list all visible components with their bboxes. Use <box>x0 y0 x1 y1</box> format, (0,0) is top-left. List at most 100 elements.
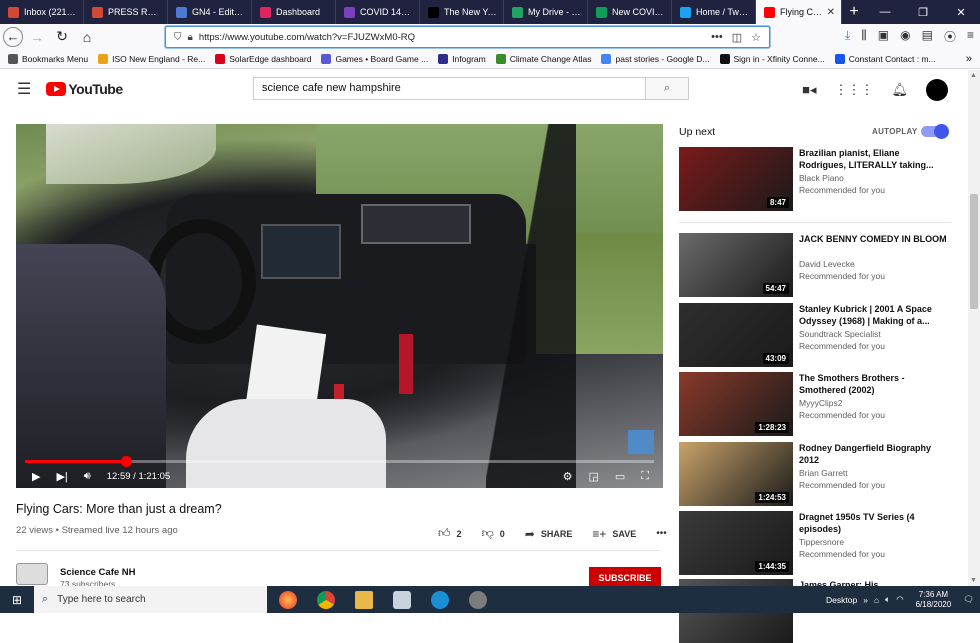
progress-bar[interactable] <box>25 456 654 467</box>
pocket-icon[interactable]: ◫ <box>732 31 742 44</box>
dislike-button[interactable]: 👎︎ 0 <box>482 526 505 541</box>
new-tab-button[interactable]: + <box>842 0 866 24</box>
menu-icon[interactable]: ≡ <box>967 28 974 45</box>
chrome-icon[interactable] <box>317 590 335 609</box>
share-button[interactable]: ➦ SHARE <box>525 527 573 541</box>
recommended-channel[interactable]: David Levecke <box>799 259 855 269</box>
sidebar-icon[interactable]: ▣ <box>878 28 889 45</box>
recommended-channel[interactable]: Soundtrack Specialist <box>799 329 881 339</box>
browser-tab[interactable]: New COVID ca <box>588 0 672 24</box>
fullscreen-icon[interactable]: ⛶ <box>641 470 649 483</box>
taskbar-search-input[interactable]: ⌕ Type here to search <box>34 586 267 613</box>
shield-icon[interactable]: ⛉ <box>174 32 182 43</box>
browser-tab[interactable]: COVID 14-day <box>336 0 420 24</box>
clock[interactable]: 7:36 AM 6/18/2020 <box>916 590 952 610</box>
wifi-icon[interactable]: ◠ <box>896 594 903 605</box>
browser-tab[interactable]: Flying Cars: M✕ <box>756 0 842 24</box>
recommended-title[interactable]: Brazilian pianist, Eliane Rodrigues, LIT… <box>799 148 947 171</box>
volume-icon[interactable]: 🔊︎ <box>84 470 91 483</box>
play-icon[interactable]: ▶ <box>32 470 40 483</box>
settings-gear-icon[interactable]: ⚙ <box>563 470 573 483</box>
next-icon[interactable]: ▶| <box>56 470 67 483</box>
browser-tab[interactable]: My Drive - Goo <box>504 0 588 24</box>
recommended-title[interactable]: Dragnet 1950s TV Series (4 episodes) <box>799 512 947 535</box>
channel-avatar[interactable] <box>16 563 48 585</box>
bookmarks-overflow-icon[interactable]: » <box>966 53 972 65</box>
recommended-title[interactable]: Stanley Kubrick | 2001 A Space Odyssey (… <box>799 304 947 327</box>
channel-name[interactable]: Science Cafe NH <box>60 567 136 578</box>
search-button[interactable]: ⌕ <box>645 77 689 100</box>
recommended-title[interactable]: The Smothers Brothers - Smothered (2002) <box>799 373 947 396</box>
reload-button[interactable]: ↻ <box>51 26 73 48</box>
bookmark-item[interactable]: Climate Change Atlas <box>495 53 591 64</box>
home-button[interactable]: ⌂ <box>76 26 98 48</box>
desktop-toolbar[interactable]: Desktop <box>826 595 857 605</box>
video-thumbnail[interactable]: 8:47 <box>679 147 793 211</box>
download-icon[interactable]: ⤓ <box>845 28 850 45</box>
recommended-title[interactable]: Rodney Dangerfield Biography 2012 <box>799 443 947 466</box>
minimize-icon[interactable]: — <box>866 0 904 24</box>
library-icon[interactable]: ⫼ <box>861 28 867 45</box>
skype-icon[interactable] <box>431 590 449 609</box>
search-input[interactable]: science cafe new hampshire <box>253 77 646 100</box>
overflow-chevron-icon[interactable]: » <box>863 595 868 605</box>
url-text[interactable]: https://www.youtube.com/watch?v=FJUZWxM0… <box>199 32 711 43</box>
bookmark-item[interactable]: SolarEdge dashboard <box>215 53 311 64</box>
bookmark-item[interactable]: ISO New England - Re... <box>98 53 205 64</box>
avatar[interactable] <box>926 79 948 101</box>
recommended-channel[interactable]: Tippersnore <box>799 537 844 547</box>
notification-center-icon[interactable]: 🗨︎ <box>963 594 974 605</box>
bookmark-item[interactable]: Constant Contact : m... <box>834 53 936 64</box>
app-icon[interactable] <box>469 590 487 609</box>
account-icon[interactable]: ◉ <box>900 28 910 45</box>
recommended-channel[interactable]: Black Piano <box>799 173 844 183</box>
volume-tray-icon[interactable]: 🔈︎ <box>885 594 890 605</box>
restore-icon[interactable]: ❐ <box>904 0 942 24</box>
close-tab-icon[interactable]: ✕ <box>827 7 835 18</box>
browser-tab[interactable]: Home / Twitter <box>672 0 756 24</box>
recommended-video[interactable]: 1:28:23 The Smothers Brothers - Smothered… <box>679 372 969 436</box>
bookmark-item[interactable]: past stories - Google D... <box>601 53 710 64</box>
video-thumbnail[interactable]: 1:28:23 <box>679 372 793 436</box>
video-thumbnail[interactable]: 1:44:35 <box>679 511 793 575</box>
miniplayer-icon[interactable]: ◲ <box>588 470 598 483</box>
recommended-channel[interactable]: Brian Garrett <box>799 468 848 478</box>
url-bar[interactable]: ⛉ 🔒︎ https://www.youtube.com/watch?v=FJU… <box>165 26 770 48</box>
notifications-bell-icon[interactable]: 🔔︎ <box>891 82 908 98</box>
channel-watermark[interactable] <box>628 430 654 454</box>
extension-icon[interactable]: ⦿ <box>944 28 956 45</box>
close-window-icon[interactable]: ✕ <box>942 0 980 24</box>
scroll-down-icon[interactable]: ▼ <box>970 577 977 584</box>
page-scrollbar[interactable]: ▲ ▼ <box>968 70 980 586</box>
file-explorer-icon[interactable] <box>355 590 373 609</box>
browser-tab[interactable]: Inbox (221) - d <box>0 0 84 24</box>
bookmark-item[interactable]: Games • Board Game ... <box>321 53 428 64</box>
firefox-icon[interactable] <box>279 590 297 609</box>
scrollbar-thumb[interactable] <box>970 194 978 309</box>
page-actions-icon[interactable]: ••• <box>711 31 723 44</box>
video-player[interactable]: ▶ ▶| 🔊︎ 12:59 / 1:21:05 ⚙ ◲ ▭ ⛶ <box>16 124 663 488</box>
video-thumbnail[interactable]: 43:09 <box>679 303 793 367</box>
youtube-logo[interactable]: YouTube <box>46 81 123 97</box>
reader-icon[interactable]: ▤ <box>922 28 933 45</box>
browser-tab[interactable]: The New York T <box>420 0 504 24</box>
apps-grid-icon[interactable]: ⋮⋮⋮ <box>834 82 873 98</box>
browser-tab[interactable]: PRESS RELEASE <box>84 0 168 24</box>
bookmark-item[interactable]: Bookmarks Menu <box>8 53 88 64</box>
recommended-video[interactable]: 8:47 Brazilian pianist, Eliane Rodrigues,… <box>679 147 969 211</box>
bookmark-star-icon[interactable]: ☆ <box>751 31 761 44</box>
bookmark-item[interactable]: Sign in - Xfinity Conne... <box>719 53 825 64</box>
forward-button[interactable]: → <box>26 26 48 48</box>
shield-app-icon[interactable] <box>393 590 411 609</box>
like-button[interactable]: 👍︎ 2 <box>438 526 462 541</box>
recommended-video[interactable]: 43:09 Stanley Kubrick | 2001 A Space Odys… <box>679 303 969 367</box>
more-actions-button[interactable]: ••• <box>656 528 667 539</box>
theater-mode-icon[interactable]: ▭ <box>615 470 625 483</box>
network-icon[interactable]: ⌂ <box>874 595 879 605</box>
browser-tab[interactable]: Dashboard <box>252 0 336 24</box>
save-button[interactable]: ≡+ SAVE <box>592 527 636 541</box>
video-thumbnail[interactable]: 1:24:53 <box>679 442 793 506</box>
bookmark-item[interactable]: Infogram <box>438 53 486 64</box>
video-thumbnail[interactable]: 54:47 <box>679 233 793 297</box>
back-button[interactable]: ← <box>3 26 23 47</box>
